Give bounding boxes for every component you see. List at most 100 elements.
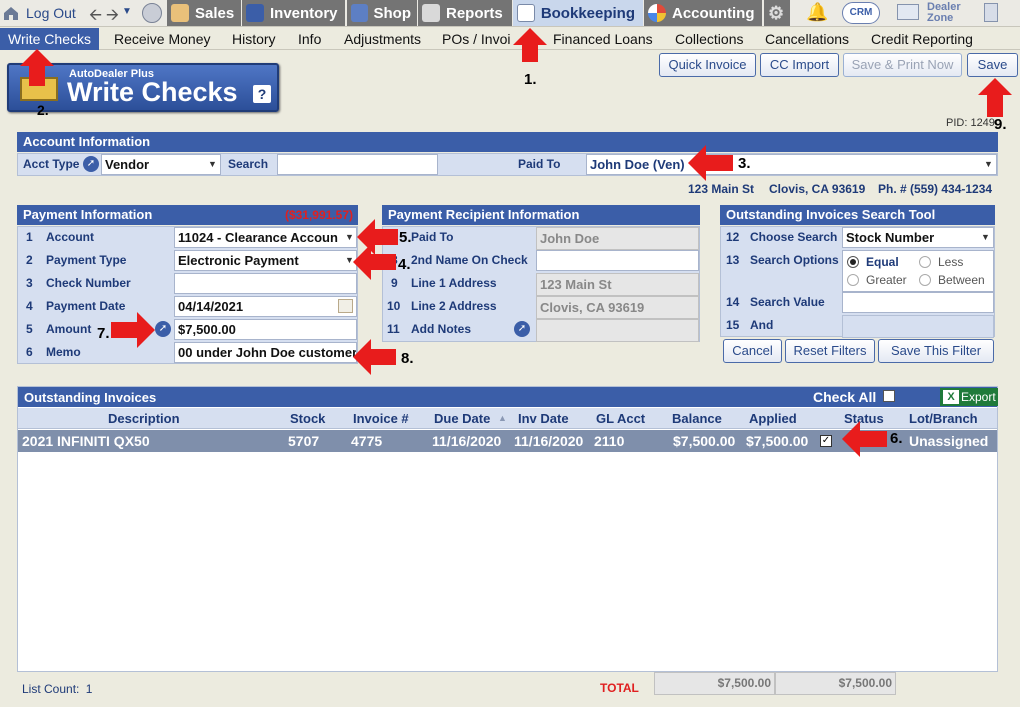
row-number: 7 [391,230,398,244]
add-notes-icon[interactable]: ➚ [514,321,530,337]
greater-radio[interactable] [847,274,859,286]
payment-type-select[interactable]: Electronic Payment [174,250,357,271]
cell-balance: $7,500.00 [673,433,736,449]
paid-to-label: Paid To [518,157,561,171]
equal-radio[interactable] [847,256,859,268]
nav-accounting[interactable]: Accounting [644,0,762,26]
payment-date-input[interactable]: 04/14/2021 [174,296,357,317]
search-options-label: Search Options [750,253,839,267]
subnav-receive-money[interactable]: Receive Money [114,28,211,50]
check-number-label: Check Number [46,276,131,290]
notifications-bell-icon[interactable]: 🔔 [806,2,828,23]
annotation-label-7: 7. [97,325,110,342]
paid-to-dropdown-icon[interactable]: ▼ [982,155,995,174]
less-radio[interactable] [919,256,931,268]
col-description[interactable]: Description [108,411,180,426]
check-number-input[interactable] [174,273,357,294]
memo-value: 00 under John Doe customer [178,345,357,360]
acct-type-lookup-icon[interactable]: ➚ [83,156,99,172]
nav-shop[interactable]: Shop [347,0,417,26]
col-inv-date[interactable]: Inv Date [518,411,569,426]
account-search-input[interactable] [277,154,438,175]
row-number: 8 [391,253,398,267]
subnav-credit-reporting[interactable]: Credit Reporting [871,28,973,50]
payment-type-dropdown-icon[interactable]: ▼ [343,251,356,270]
cell-gl-acct: 2110 [594,433,625,449]
nav-sales[interactable]: Sales [167,0,241,26]
amount-input[interactable]: $7,500.00 [174,319,357,340]
acct-type-select[interactable]: Vendor [101,154,221,175]
recipient-paid-to-label: Paid To [411,230,454,244]
search-value-input[interactable] [842,292,994,313]
nav-inventory[interactable]: Inventory [242,0,345,26]
subnav-pos-invoices[interactable]: POs / Invoi [442,28,510,50]
calculator-icon[interactable] [984,3,998,22]
save-this-filter-button[interactable]: Save This Filter [878,339,994,363]
reset-filters-button[interactable]: Reset Filters [785,339,875,363]
check-all-checkbox[interactable] [883,390,895,402]
logout-link[interactable]: Log Out [2,0,76,26]
subnav-cancellations[interactable]: Cancellations [765,28,849,50]
annotation-label-6: 6. [890,430,903,447]
invoice-column-headers: Description Stock Invoice # Due Date ▲ I… [18,408,997,429]
forward-arrow-icon[interactable]: 🡪 [106,4,119,31]
col-applied[interactable]: Applied [749,411,797,426]
col-due-date[interactable]: Due Date [434,411,490,426]
payment-type-value: Electronic Payment [178,253,299,268]
col-status[interactable]: Status [844,411,884,426]
quick-invoice-button[interactable]: Quick Invoice [659,53,756,77]
save-print-now-button[interactable]: Save & Print Now [843,53,962,77]
account-dropdown-icon[interactable]: ▼ [343,228,356,247]
acct-type-dropdown-icon[interactable]: ▼ [206,155,219,174]
list-count-value: 1 [85,682,93,696]
dealer-zone-link[interactable]: Dealer Zone [897,1,967,25]
chevron-down-icon[interactable]: ▼ [122,6,132,17]
cc-import-button[interactable]: CC Import [760,53,839,77]
nav-reports-label: Reports [446,4,503,22]
nav-reports[interactable]: Reports [418,0,512,26]
pie-chart-icon [648,4,666,22]
paid-to-select[interactable]: John Doe (Ven) [586,154,997,175]
between-radio[interactable] [919,274,931,286]
col-invoice[interactable]: Invoice # [353,411,409,426]
list-count: List Count: 1 [22,682,92,696]
amount-calc-icon[interactable]: ➚ [155,321,171,337]
row-number: 5 [26,322,33,336]
line2-address-label: Line 2 Address [411,299,497,313]
memo-input[interactable]: 00 under John Doe customer [174,342,357,363]
nav-inventory-label: Inventory [270,4,338,22]
subnav-collections[interactable]: Collections [675,28,743,50]
subnav-adjustments[interactable]: Adjustments [344,28,421,50]
account-select[interactable]: 11024 - Clearance Accoun [174,227,357,248]
table-row[interactable]: 2021 INFINITI QX50 5707 4775 11/16/2020 … [18,430,997,452]
subnav-financed-loans[interactable]: Financed Loans [553,28,653,50]
col-stock[interactable]: Stock [290,411,325,426]
crm-button[interactable]: CRM [842,2,880,24]
back-arrow-icon[interactable]: 🡨 [89,4,102,31]
calendar-icon[interactable] [338,299,353,313]
help-button[interactable]: ? [253,85,271,103]
col-balance[interactable]: Balance [672,411,722,426]
settings-gear-button[interactable]: ⚙ [764,0,790,26]
subnav-history[interactable]: History [232,28,276,50]
annotation-arrow-9 [978,78,1012,117]
add-notes-value [536,319,699,342]
support-face-icon[interactable] [142,3,162,23]
cell-stock: 5707 [288,433,320,449]
nav-bookkeeping[interactable]: Bookkeeping [513,0,643,26]
outstanding-invoices-title: Outstanding Invoices [24,390,157,405]
subnav-info[interactable]: Info [298,28,321,50]
second-name-input[interactable] [536,250,699,271]
cell-invoice: 4775 [351,433,383,449]
list-count-label: List Count: [22,682,80,696]
col-gl-acct[interactable]: GL Acct [596,411,645,426]
save-button[interactable]: Save [967,53,1018,77]
subnav-write-checks[interactable]: Write Checks [0,28,99,50]
row-select-checkbox[interactable]: ✓ [820,435,832,447]
choose-search-select[interactable]: Stock Number [842,227,994,248]
line1-address-value: 123 Main St [536,273,699,296]
choose-search-dropdown-icon[interactable]: ▼ [979,228,992,247]
export-button[interactable]: X Export [940,388,998,406]
cancel-button[interactable]: Cancel [723,339,782,363]
col-lot-branch[interactable]: Lot/Branch [909,411,978,426]
